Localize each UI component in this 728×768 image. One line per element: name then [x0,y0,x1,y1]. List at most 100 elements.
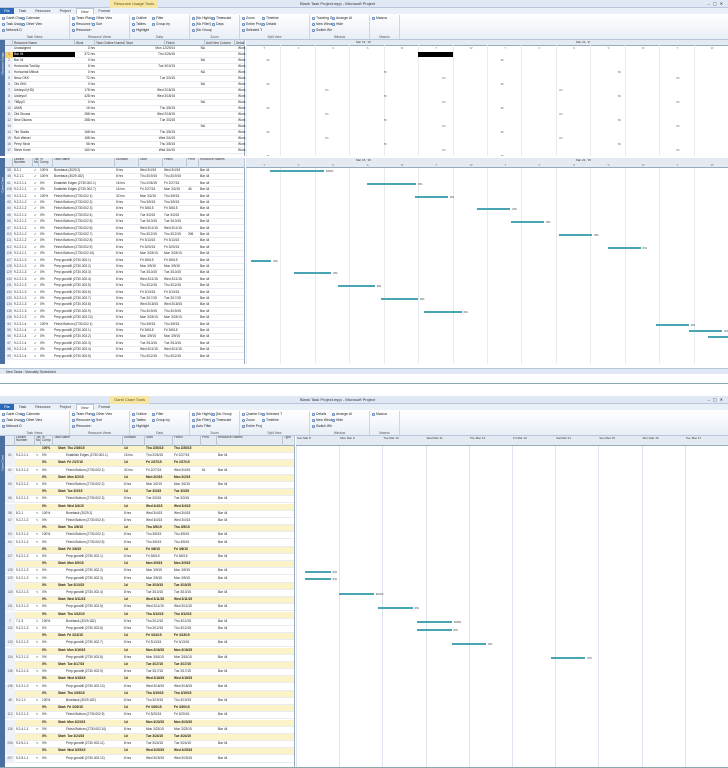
view-bar-gantt[interactable]: Gantt Chart [0,158,5,364]
task-name[interactable]: Start: Thu 2/26/15 [57,446,115,451]
row-number[interactable] [5,676,15,684]
resource-name[interactable]: Bar 04 [13,58,75,63]
task-row[interactable]: 67 9.2.2.1.2 ✔ 0% Finish Bottom (2730.002.6)… [5,225,244,232]
task-row[interactable]: 62 9.2.2.1.2 ✎ 0% Finish Bottom (2730.002.1)… [5,467,294,475]
row-number[interactable]: 61 [5,180,13,187]
task-name[interactable]: Prep gundrill (2730.002.2) [53,264,115,269]
task-name[interactable]: Prep gundrill (2730.002.2) [65,568,123,573]
task-row[interactable]: 58 8.2.1 ✎ 100% Boreback (3029.2) 8 hrs Wed 3/… [5,510,294,518]
ribbon-button[interactable]: Gantt Chart [6,16,22,20]
task-row[interactable]: 111 9.2.2.1.2 ✔ 0% Finish Bottom (2730.002.8… [5,238,244,245]
gantt-bar[interactable] [414,195,448,198]
row-number[interactable]: 132 [5,626,15,633]
row-number[interactable]: 61 [5,453,15,461]
task-name[interactable]: Prep gundrill (2730.002.9) [53,309,115,314]
column-header[interactable]: Outline Number [13,158,33,168]
row-number[interactable]: 56 [5,334,13,341]
task-row[interactable]: 59 9.2.2.1.4 ✔ 0% Prep gundrill (2730.002.5)… [5,353,244,360]
column-header[interactable]: Finish [163,158,187,168]
ribbon-button[interactable]: Group by [156,418,170,422]
ribbon-button[interactable]: Other Views [26,418,42,422]
task-name[interactable]: Prep gundrill (2730.002.12) [65,756,123,761]
resource-name[interactable]: Horizontal Tool/Ap [13,64,75,69]
task-name[interactable]: Prep gundrill (2730.002.10) [65,684,123,689]
row-number[interactable] [5,705,15,713]
row-number[interactable]: 111 [5,238,13,245]
row-number[interactable]: 128 [5,264,13,270]
ribbon-button[interactable]: Other Views [96,412,112,416]
task-name[interactable]: Boreback (3029.2) [53,168,115,173]
task-row[interactable]: 48 9.2.1.1 ✔ 100% Boreback (3029.182) 8 hrs Th… [5,174,244,181]
row-number[interactable]: 135 [5,669,15,677]
ribbon-button[interactable]: Tables [136,418,146,422]
row-number[interactable] [5,460,15,468]
task-name[interactable]: Finish Bottom (2730.002.10) [65,727,123,732]
ribbon-button[interactable]: Task Usage [6,418,22,422]
column-header[interactable]: Pred [187,158,199,168]
column-header[interactable]: Task Name [53,436,123,446]
task-row[interactable]: 132 9.2.2.1.3 ✔ 0% Prep gundrill (2730.002.6… [5,289,244,296]
gantt-bar[interactable] [304,570,331,573]
task-row[interactable]: 63 9.2.2.1.2 ✔ 0% Finish Bottom (2730.002.2)… [5,200,244,206]
task-row[interactable]: 54 9.2.2.1.4 ✔ 100% Finish Bottom (2730.002.… [5,321,244,328]
row-number[interactable]: 62 [5,467,15,475]
row-number[interactable]: 58 [5,347,13,354]
task-name[interactable]: Finish Bottom (2730.002.1) [65,532,123,537]
row-number[interactable]: 66 [5,219,13,226]
task-name[interactable]: Start: Mon 3/2/15 [57,475,115,480]
resource-name[interactable]: Neuv OKK [13,76,75,81]
task-row[interactable]: 131 9.2.2.1.3 ✔ 0% Prep gundrill (2730.002.5… [5,283,244,290]
task-name[interactable]: Prep gundrill (2730.002.1) [65,554,123,559]
ribbon-button[interactable]: Timeline [266,418,279,422]
task-row[interactable]: 66 9.2.2.1.2 ✎ 0% Finish Bottom (2730.002.3)… [5,496,294,504]
row-number[interactable] [5,503,15,511]
task-name[interactable]: Start: Thu 3/5/15 [57,525,115,530]
ribbon-button[interactable]: Resource Usage [76,22,92,26]
task-name[interactable]: Prep gundrill (2730.002.7) [65,640,123,645]
task-row[interactable]: 133 9.2.2.1.3 ✔ 0% Prep gundrill (2730.002.7… [5,296,244,302]
ribbon-button[interactable]: Other Views [96,16,112,20]
row-number[interactable]: 128 [5,568,15,576]
task-row[interactable]: 61 9.2.2.1.1 ✔ 0% Establish Edges (2730.002.… [5,180,244,187]
task-row[interactable]: 132 9.2.2.1.3 ✎ 0% Prep gundrill (2730.002.6… [5,626,294,633]
ribbon-button[interactable]: Resource Sheet [76,424,92,428]
ribbon-button[interactable]: Team Planner [76,412,92,416]
row-number[interactable] [5,748,15,756]
task-name[interactable]: Prep gundrill (2730.002.4) [53,347,115,352]
task-row[interactable]: 0% Start: Fri 3/13/15 1d Fri 3/13/15 Fri 3/1… [5,633,294,641]
task-row[interactable]: 0% Start: Tue 3/17/15 1d Tue 3/17/15 Tue 3/1… [5,662,294,669]
resource-name[interactable]: Horizontal Millout [13,70,75,75]
task-name[interactable]: Prep gundrill (2730.002.5) [53,354,115,359]
task-row[interactable]: 0% Start: Tue 3/3/15 1d Tue 3/3/15 Tue 3/3/1… [5,489,294,497]
gantt-bar[interactable] [416,628,452,631]
resource-name[interactable]: Steve Kmet [13,148,75,153]
resource-name[interactable]: 786pp3 [13,100,75,105]
task-row[interactable]: 126 9.2.4.1.1 ✎ 0% Finish Bottom (2730.002.1… [5,726,294,734]
gantt-bar[interactable] [451,642,487,645]
row-number[interactable]: 207 [5,755,15,763]
gantt-bar[interactable] [339,592,374,595]
task-name[interactable]: Prep gundrill (2730.002.10) [53,315,115,320]
task-name[interactable]: Finish Bottom (2730.002.3) [53,206,115,211]
task-name[interactable]: Finish Bottom (2730.002.4) [65,518,123,523]
task-row[interactable]: 0% Start: Thu 3/19/15 1d Thu 3/19/15 Thu 3/1… [5,690,294,698]
gantt-bar[interactable] [378,606,413,609]
task-name[interactable]: Finish Bottom (2730.002.2) [65,482,123,487]
task-row[interactable]: 0% Start: Mon 3/9/15 1d Mon 3/9/15 Mon 3/9/1… [5,561,294,569]
row-number[interactable]: 108 [5,187,13,194]
task-row[interactable]: 64 9.2.2.1.2 ✔ 0% Finish Bottom (2730.002.3)… [5,206,244,213]
task-row[interactable]: 126 9.2.4.1.1 ✔ 0% Finish Bottom (2730.002.1… [5,251,244,258]
task-row[interactable]: 128 9.2.2.1.3 ✎ 0% Prep gundrill (2730.002.2… [5,568,294,576]
row-number[interactable] [5,690,15,698]
task-name[interactable]: Start: Fri 3/6/15 [57,547,115,552]
task-name[interactable]: Boreback (3029.182) [65,619,123,624]
row-number[interactable]: 48 [5,698,15,705]
ribbon-button[interactable]: Hide [336,22,343,26]
ribbon-button[interactable]: Network Diagram [6,424,22,428]
task-row[interactable]: 55 9.2.2.1.4 ✔ 0% Prep gundrill (2730.002.1)… [5,328,244,334]
row-number[interactable]: 58 [5,168,13,174]
task-name[interactable]: Finish Bottom (2730.002.4) [53,213,115,218]
task-row[interactable]: 0% Start: Fri 3/6/15 1d Fri 3/6/15 Fri 3/6/1… [5,546,294,554]
row-number[interactable]: 129 [5,575,15,583]
row-number[interactable]: 112 [5,244,13,251]
